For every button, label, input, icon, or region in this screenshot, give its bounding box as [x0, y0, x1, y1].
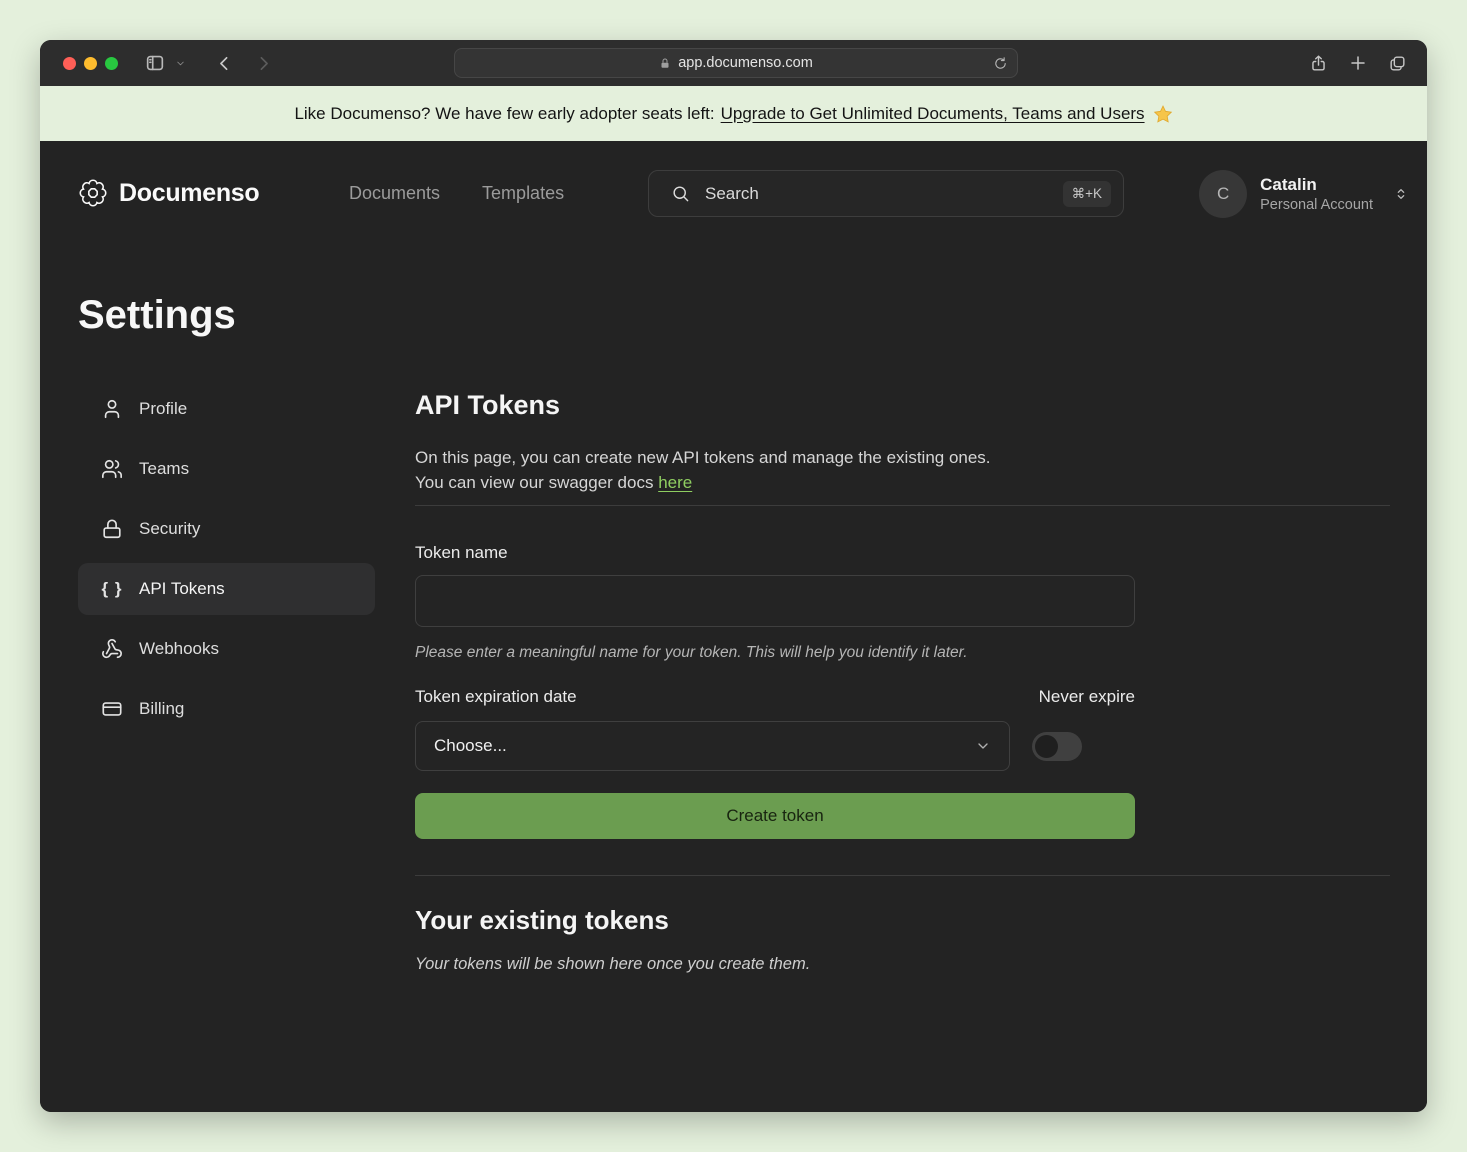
chevron-down-icon[interactable]	[175, 58, 186, 69]
nav-templates[interactable]: Templates	[482, 183, 564, 204]
nav-documents[interactable]: Documents	[349, 183, 440, 204]
description-line2: You can view our swagger docs	[415, 473, 658, 492]
star-icon	[1153, 104, 1173, 124]
credit-card-icon	[100, 698, 124, 720]
sidebar-item-billing[interactable]: Billing	[78, 683, 375, 735]
sidebar-item-label: Webhooks	[139, 639, 219, 659]
refresh-icon[interactable]	[993, 56, 1008, 71]
never-expire-label: Never expire	[1039, 687, 1135, 707]
sidebar-item-teams[interactable]: Teams	[78, 443, 375, 495]
upgrade-link[interactable]: Upgrade to Get Unlimited Documents, Team…	[721, 104, 1145, 124]
browser-window: app.documenso.com Like Documenso? We hav…	[40, 40, 1427, 1112]
lock-icon	[100, 518, 124, 540]
sidebar-item-label: Teams	[139, 459, 189, 479]
webhook-icon	[100, 638, 124, 660]
braces-icon: { }	[100, 579, 124, 599]
browser-titlebar: app.documenso.com	[40, 40, 1427, 86]
traffic-lights	[63, 57, 118, 70]
sidebar-item-security[interactable]: Security	[78, 503, 375, 555]
banner-text: Like Documenso? We have few early adopte…	[294, 104, 714, 124]
api-tokens-panel: API Tokens On this page, you can create …	[415, 390, 1390, 974]
sidebar-item-api-tokens[interactable]: { } API Tokens	[78, 563, 375, 615]
search-input[interactable]: Search ⌘+K	[648, 170, 1124, 217]
chevron-up-down-icon	[1393, 184, 1409, 204]
app-content: Documenso Documents Templates Search ⌘+K…	[40, 141, 1427, 1112]
zoom-window-button[interactable]	[105, 57, 118, 70]
token-name-input[interactable]	[415, 575, 1135, 627]
expiration-label: Token expiration date	[415, 687, 577, 707]
section-heading: API Tokens	[415, 390, 1390, 420]
token-name-label: Token name	[415, 543, 1390, 563]
url-text: app.documenso.com	[678, 55, 813, 71]
address-bar[interactable]: app.documenso.com	[454, 48, 1018, 78]
description-line1: On this page, you can create new API tok…	[415, 448, 991, 467]
promo-banner: Like Documenso? We have few early adopte…	[40, 86, 1427, 141]
divider	[415, 875, 1390, 876]
sidebar-item-label: Profile	[139, 399, 187, 419]
avatar: C	[1199, 170, 1247, 218]
minimize-window-button[interactable]	[84, 57, 97, 70]
back-button[interactable]	[216, 55, 233, 72]
divider	[415, 505, 1390, 506]
existing-tokens-heading: Your existing tokens	[415, 905, 1390, 935]
users-icon	[100, 458, 124, 480]
brand[interactable]: Documenso	[78, 178, 259, 208]
sidebar-item-profile[interactable]: Profile	[78, 383, 375, 435]
sidebar-item-label: Billing	[139, 699, 184, 719]
main-nav: Documents Templates	[349, 183, 564, 204]
lock-icon	[659, 57, 671, 70]
account-type: Personal Account	[1260, 196, 1373, 214]
share-icon[interactable]	[1309, 54, 1328, 73]
section-description: On this page, you can create new API tok…	[415, 445, 1390, 495]
avatar-initial: C	[1217, 184, 1229, 204]
search-icon	[671, 184, 690, 203]
account-name: Catalin	[1260, 174, 1373, 196]
toggle-knob	[1035, 735, 1058, 758]
settings-sidebar: Profile Teams Security { } API Tokens	[78, 383, 375, 743]
swagger-docs-link[interactable]: here	[658, 473, 692, 492]
never-expire-toggle[interactable]	[1032, 732, 1082, 761]
search-placeholder: Search	[705, 184, 1048, 204]
new-tab-icon[interactable]	[1349, 54, 1367, 72]
sidebar-item-label: Security	[139, 519, 200, 539]
sidebar-item-webhooks[interactable]: Webhooks	[78, 623, 375, 675]
sidebar-toggle-icon[interactable]	[144, 52, 166, 74]
close-window-button[interactable]	[63, 57, 76, 70]
page-title: Settings	[78, 293, 236, 338]
brand-name: Documenso	[119, 179, 259, 208]
user-icon	[100, 398, 124, 420]
create-token-button[interactable]: Create token	[415, 793, 1135, 839]
search-shortcut-badge: ⌘+K	[1063, 181, 1111, 207]
documenso-logo-icon	[78, 178, 108, 208]
account-menu[interactable]: C Catalin Personal Account	[1199, 170, 1409, 218]
expiration-select[interactable]: Choose...	[415, 721, 1010, 771]
tab-overview-icon[interactable]	[1388, 54, 1407, 73]
sidebar-item-label: API Tokens	[139, 579, 225, 599]
chevron-down-icon	[975, 738, 991, 754]
expiration-selected-value: Choose...	[434, 736, 507, 756]
existing-tokens-empty-text: Your tokens will be shown here once you …	[415, 955, 1390, 974]
forward-button[interactable]	[255, 55, 272, 72]
token-name-help: Please enter a meaningful name for your …	[415, 644, 1390, 662]
